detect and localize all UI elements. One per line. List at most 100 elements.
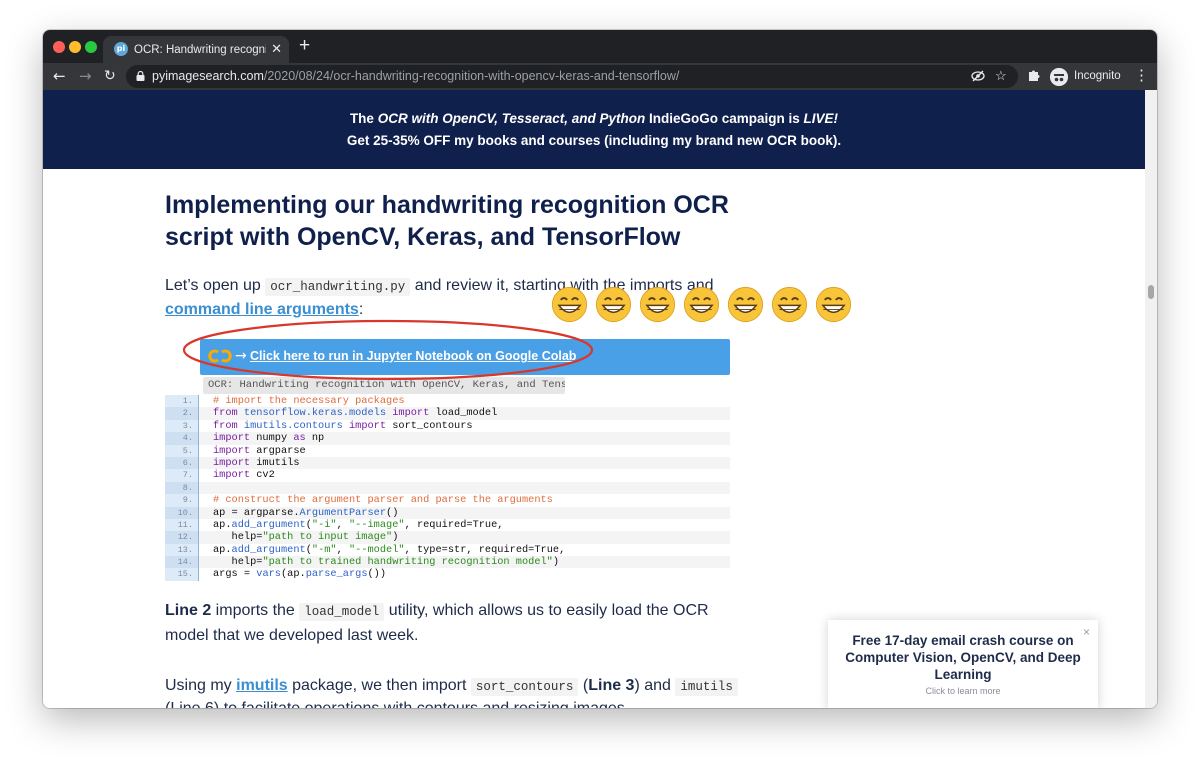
code-line-number: 5. [165, 444, 199, 457]
inline-code-imutils: imutils [675, 678, 738, 696]
url-domain: pyimagesearch.com [152, 69, 264, 83]
p3-text-2: package, we then import [287, 677, 471, 694]
browser-toolbar: ← → ↻ pyimagesearch.com/2020/08/24/ocr-h… [43, 63, 1157, 90]
code-line: 8. [165, 481, 730, 495]
banner-book-title: OCR with OpenCV, Tesseract, and Python [377, 111, 646, 126]
browser-window: pi OCR: Handwriting recognition w ✕ + ← … [43, 30, 1157, 708]
grinning-emoji-row [551, 286, 855, 326]
code-line-number: 6. [165, 456, 199, 470]
code-line-text: from tensorflow.keras.models import load… [199, 407, 730, 420]
code-line: 5. import argparse [165, 444, 730, 457]
lock-icon [136, 71, 145, 81]
star-icon[interactable]: ☆ [995, 68, 1007, 84]
banner-line-1: The OCR with OpenCV, Tesseract, and Pyth… [43, 111, 1145, 126]
code-line-text: help="path to input image") [199, 531, 730, 544]
code-line: 4. import numpy as np [165, 432, 730, 445]
window-minimize-button[interactable] [69, 41, 81, 53]
code-line-number: 4. [165, 432, 199, 445]
code-line: 14. help="path to trained handwriting re… [165, 556, 730, 569]
paragraph-imutils: Using my imutils package, we then import… [165, 674, 738, 699]
grinning-face-emoji [640, 286, 676, 323]
paragraph-line-2-desc-cont: model that we developed last week. [165, 627, 419, 644]
tab-title: OCR: Handwriting recognition w [134, 44, 266, 56]
browser-tab[interactable]: pi OCR: Handwriting recognition w ✕ [103, 36, 289, 63]
code-line: 15. args = vars(ap.parse_args()) [165, 568, 730, 581]
profile-label[interactable]: Incognito [1074, 70, 1121, 82]
p3-text-1: Using my [165, 677, 237, 694]
incognito-icon[interactable] [1050, 68, 1068, 86]
banner-text-mid: IndieGoGo campaign is [645, 111, 804, 126]
line-ref-bold: Line 3 [588, 677, 635, 694]
banner-live-text: LIVE! [803, 111, 839, 126]
code-line: 9. # construct the argument parser and pa… [165, 494, 730, 507]
window-close-button[interactable] [53, 41, 65, 53]
popup-subtitle: Click to learn more [925, 686, 1001, 696]
inline-code-load-model: load_model [299, 603, 385, 621]
banner-text-prefix: The [349, 111, 378, 126]
scrollbar-thumb[interactable] [1148, 285, 1154, 299]
inline-code-filename: ocr_handwriting.py [265, 278, 411, 296]
url-path: /2020/08/24/ocr-handwriting-recognition-… [263, 69, 680, 83]
code-line-number: 11. [165, 518, 199, 532]
code-line: 1. # import the necessary packages [165, 395, 730, 408]
code-line-number: 14. [165, 556, 199, 569]
line-ref-bold: Line 2 [165, 602, 212, 619]
grinning-face-emoji [816, 286, 852, 323]
code-line-text: import imutils [199, 456, 730, 470]
code-line: 2. from tensorflow.keras.models import lo… [165, 407, 730, 420]
code-line-text: args = vars(ap.parse_args()) [213, 568, 387, 581]
p2-text-1: imports the [211, 602, 300, 619]
code-line-number: 13. [165, 543, 199, 557]
p3-text-3: ( [578, 677, 589, 694]
more-vertical-icon[interactable]: ⋮ [1134, 67, 1149, 85]
address-bar[interactable]: pyimagesearch.com/2020/08/24/ocr-handwri… [126, 65, 1018, 88]
grinning-face-emoji [684, 286, 720, 323]
email-course-popup[interactable]: × Free 17-day email crash course on Comp… [828, 620, 1098, 708]
code-line-text [199, 481, 730, 495]
paragraph-partial-cutoff: (Line 6) to facilitate operations with c… [165, 697, 629, 708]
window-maximize-button[interactable] [85, 41, 97, 53]
intro-text-3: : [358, 301, 364, 318]
code-line-number: 8. [165, 481, 199, 495]
grinning-face-emoji [772, 286, 808, 323]
command-line-arguments-link[interactable]: command line arguments [165, 301, 359, 318]
reload-icon[interactable]: ↻ [104, 66, 116, 86]
annotation-red-oval [182, 319, 594, 381]
tab-close-icon[interactable]: ✕ [271, 41, 282, 57]
p3-text-4: ) and [634, 677, 676, 694]
code-line-number: 10. [165, 506, 199, 519]
code-line-text: ap = argparse.ArgumentParser() [199, 506, 730, 519]
url-text: pyimagesearch.com/2020/08/24/ocr-handwri… [152, 69, 679, 84]
imutils-link[interactable]: imutils [236, 677, 288, 694]
code-line-number: 15. [165, 568, 199, 581]
code-line-number: 3. [165, 419, 199, 433]
code-line-number: 1. [165, 395, 199, 408]
code-line-text: help="path to trained handwriting recogn… [199, 556, 730, 569]
banner-line-2: Get 25-35% OFF my books and courses (inc… [346, 133, 842, 148]
code-line-text: # import the necessary packages [213, 395, 405, 407]
code-line: 7. import cv2 [165, 469, 730, 482]
pyimagesearch-favicon-icon: pi [114, 42, 128, 56]
code-line-text: ap.add_argument("-i", "--image", require… [213, 518, 504, 531]
intro-text-1: Let’s open up [165, 277, 266, 294]
code-line: 6. import imutils [165, 456, 730, 470]
code-line: 12. help="path to input image") [165, 531, 730, 544]
code-line: 11. ap.add_argument("-i", "--image", requ… [165, 518, 730, 532]
new-tab-plus-icon[interactable]: + [299, 36, 310, 56]
promo-banner[interactable]: The OCR with OpenCV, Tesseract, and Pyth… [43, 90, 1145, 169]
inline-code-sort-contours: sort_contours [470, 678, 579, 696]
tab-strip: pi OCR: Handwriting recognition w ✕ + [43, 30, 1157, 63]
code-line-text: # construct the argument parser and pars… [213, 494, 553, 507]
back-arrow-icon[interactable]: ← [53, 66, 66, 86]
eye-off-icon[interactable] [971, 70, 985, 82]
grinning-face-emoji [595, 286, 632, 323]
code-line-text: import argparse [213, 444, 306, 457]
code-line: 10. ap = argparse.ArgumentParser() [165, 506, 730, 519]
code-block: 1. # import the necessary packages 2. from … [165, 395, 730, 581]
forward-arrow-icon[interactable]: → [79, 66, 92, 86]
extension-puzzle-icon[interactable] [1028, 69, 1041, 82]
code-line-text: import numpy as np [199, 432, 730, 445]
scrollbar-track[interactable] [1145, 90, 1157, 708]
code-line-text: import cv2 [213, 469, 275, 482]
code-line-number: 12. [165, 531, 199, 544]
